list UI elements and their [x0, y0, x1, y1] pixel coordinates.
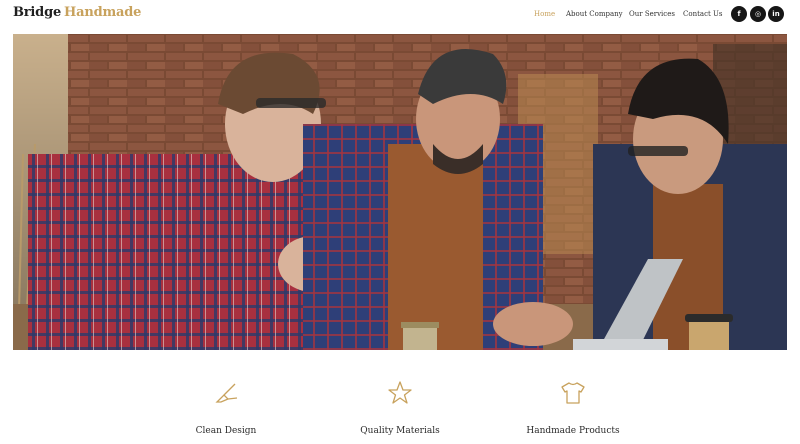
site-header: Bridge Handmade Home About Company Our Se…: [0, 0, 800, 30]
nav-item-our-services[interactable]: Our Services: [629, 10, 675, 18]
feature-quality-materials: Quality Materials: [330, 380, 470, 436]
tshirt-icon: [561, 382, 585, 404]
instagram-icon[interactable]: ◎: [750, 6, 766, 22]
star-icon: [388, 381, 412, 404]
linkedin-icon[interactable]: in: [768, 6, 784, 22]
nav-item-contact-us[interactable]: Contact Us: [683, 10, 723, 18]
feature-label: Quality Materials: [360, 426, 440, 436]
brush-icon: [215, 383, 238, 403]
features-section: Clean Design Quality Materials Handmade …: [0, 380, 800, 444]
feature-label: Clean Design: [195, 426, 257, 436]
feature-handmade-products: Handmade Products: [503, 380, 643, 436]
feature-clean-design: Clean Design: [156, 380, 296, 436]
nav-item-about-company[interactable]: About Company: [566, 10, 623, 18]
feature-label: Handmade Products: [526, 426, 620, 436]
hero-image: [13, 34, 787, 350]
nav-item-home[interactable]: Home: [534, 10, 555, 18]
facebook-icon[interactable]: f: [731, 6, 747, 22]
main-nav: Home About Company Our Services Contact …: [0, 10, 800, 22]
